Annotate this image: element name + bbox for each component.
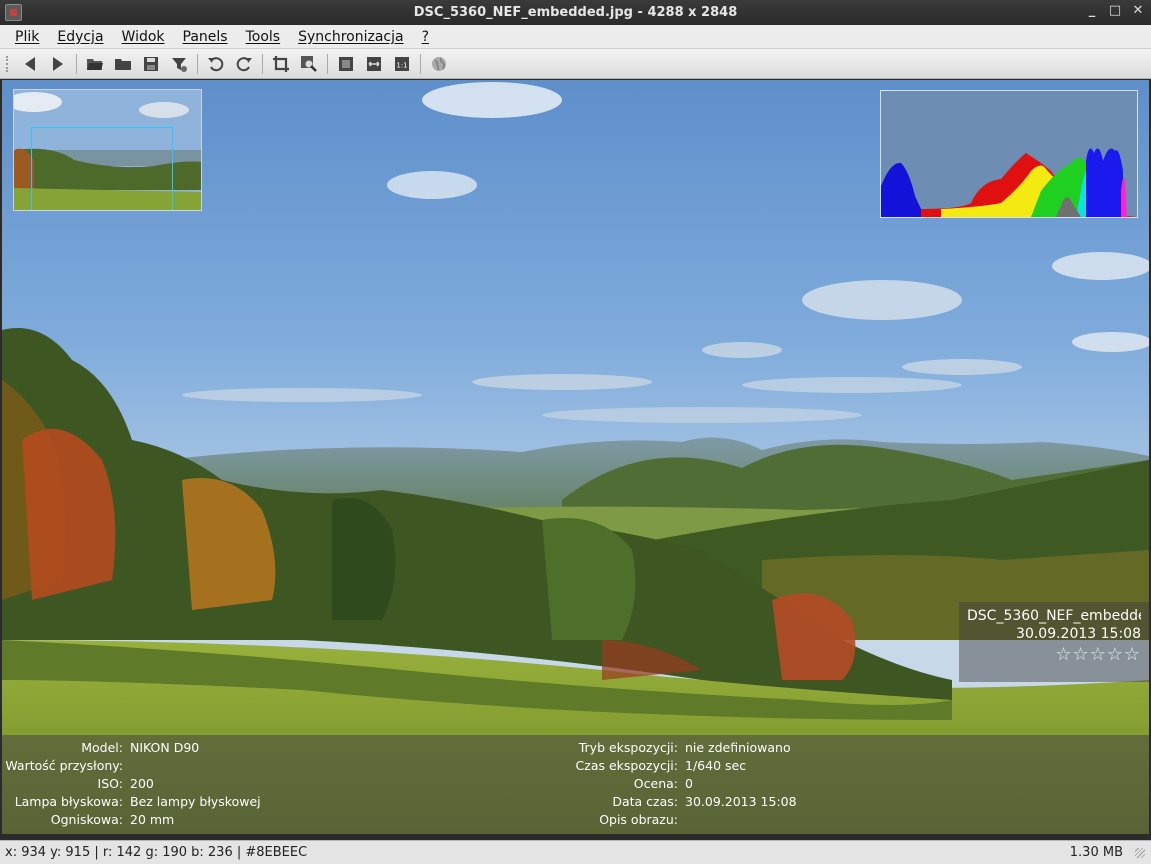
fit-width-button[interactable] — [362, 52, 386, 76]
exif-value: 200 — [130, 775, 154, 791]
menu-tools[interactable]: Tools — [246, 29, 281, 45]
exif-value: NIKON D90 — [130, 739, 200, 755]
fit-width-icon — [367, 56, 381, 71]
zoom-region-button[interactable] — [297, 52, 321, 76]
exif-label: Wartość przysłony: — [5, 757, 123, 773]
fit-window-icon — [339, 56, 353, 71]
next-button[interactable] — [46, 52, 70, 76]
exif-row: Lampa błyskowa: Bez lampy błyskowej — [2, 792, 261, 810]
exif-row: Tryb ekspozycji: nie zdefiniowano — [530, 738, 797, 756]
toolbar-separator — [420, 53, 421, 74]
navigator-viewport-frame[interactable] — [31, 127, 173, 210]
folder-open-icon — [87, 58, 103, 70]
exif-value: 30.09.2013 15:08 — [685, 793, 797, 809]
crop-icon — [273, 55, 289, 72]
rating-stars[interactable]: ☆☆☆☆☆ — [967, 644, 1141, 665]
file-info-overlay: DSC_5360_NEF_embedded.jpg 30.09.2013 15:… — [959, 602, 1149, 682]
menu-edycja[interactable]: Edycja — [57, 29, 103, 45]
exif-label: Ogniskowa: — [50, 811, 123, 827]
navigator-thumbnail[interactable] — [13, 89, 202, 211]
exif-label: Ocena: — [633, 775, 678, 791]
exif-row: ISO: 200 — [2, 774, 261, 792]
arrow-right-icon — [53, 56, 63, 71]
filter-icon — [172, 57, 187, 72]
exif-row: Wartość przysłony: — [2, 756, 261, 774]
exif-column-right: Tryb ekspozycji: nie zdefiniowano Czas ek… — [530, 738, 797, 828]
arrow-left-icon — [25, 56, 35, 71]
menu-bar: Plik Edycja Widok Panels Tools Synchroni… — [0, 25, 1151, 49]
exif-row: Czas ekspozycji: 1/640 sec — [530, 756, 797, 774]
open-file-button[interactable] — [83, 52, 107, 76]
window-title: DSC_5360_NEF_embedded.jpg - 4288 x 2848 — [413, 5, 738, 20]
overlay-filename: DSC_5360_NEF_embedded.jpg — [967, 608, 1141, 624]
resize-grip[interactable] — [1135, 848, 1145, 858]
exif-label: Model: — [81, 739, 123, 755]
image-viewport[interactable]: DSC_5360_NEF_embedded.jpg 30.09.2013 15:… — [2, 80, 1149, 834]
exif-value: nie zdefiniowano — [685, 739, 791, 755]
rotate-left-button[interactable] — [204, 52, 228, 76]
save-button[interactable] — [139, 52, 163, 76]
folder-icon — [115, 58, 131, 70]
toolbar-separator — [327, 53, 328, 74]
title-bar: DSC_5360_NEF_embedded.jpg - 4288 x 2848 … — [0, 0, 1151, 25]
exif-value: 20 mm — [130, 811, 175, 827]
svg-text:1:1: 1:1 — [396, 61, 407, 69]
menu-help[interactable]: ? — [422, 29, 429, 45]
actual-size-button[interactable]: 1:1 — [390, 52, 414, 76]
zoom-region-icon — [301, 55, 317, 72]
exif-row: Model: NIKON D90 — [2, 738, 261, 756]
exif-value: 1/640 sec — [685, 757, 747, 773]
toolbar-separator — [197, 53, 198, 74]
pixel-info: x: 934 y: 915 | r: 142 g: 190 b: 236 | #… — [5, 845, 308, 860]
window-controls: _ □ ✕ — [1085, 3, 1145, 18]
globe-icon — [432, 56, 446, 71]
exif-value: Bez lampy błyskowej — [130, 793, 261, 809]
save-icon — [144, 56, 158, 71]
previous-button[interactable] — [18, 52, 42, 76]
exif-label: ISO: — [97, 775, 123, 791]
menu-synchronizacja[interactable]: Synchronizacja — [298, 29, 404, 45]
toolbar: 1:1 — [0, 49, 1151, 79]
menu-panels[interactable]: Panels — [183, 29, 228, 45]
exif-value: 0 — [685, 775, 693, 791]
close-button[interactable]: ✕ — [1131, 3, 1145, 18]
menu-widok[interactable]: Widok — [122, 29, 165, 45]
exif-label: Opis obrazu: — [599, 811, 678, 827]
exif-column-left: Model: NIKON D90 Wartość przysłony: ISO: 2… — [2, 738, 261, 828]
overlay-datetime: 30.09.2013 15:08 — [1016, 626, 1141, 642]
app-icon[interactable] — [5, 4, 22, 21]
rotate-right-icon — [236, 56, 252, 71]
toolbar-grip[interactable] — [6, 55, 10, 72]
filter-button[interactable] — [167, 52, 191, 76]
exif-row: Ocena: 0 — [530, 774, 797, 792]
fit-window-button[interactable] — [334, 52, 358, 76]
rotate-right-button[interactable] — [232, 52, 256, 76]
toolbar-separator — [76, 53, 77, 74]
exif-row: Opis obrazu: — [530, 810, 797, 828]
crop-button[interactable] — [269, 52, 293, 76]
minimize-button[interactable]: _ — [1085, 3, 1099, 18]
actual-size-icon: 1:1 — [395, 56, 409, 71]
exif-label: Tryb ekspozycji: — [578, 739, 678, 755]
histogram-chart — [881, 91, 1137, 217]
histogram-panel — [880, 90, 1138, 218]
exif-row: Data czas: 30.09.2013 15:08 — [530, 792, 797, 810]
file-size: 1.30 MB — [1069, 845, 1123, 860]
exif-label: Data czas: — [612, 793, 678, 809]
exif-label: Lampa błyskowa: — [14, 793, 123, 809]
status-bar: x: 934 y: 915 | r: 142 g: 190 b: 236 | #… — [0, 840, 1151, 864]
exif-row: Ogniskowa: 20 mm — [2, 810, 261, 828]
menu-plik[interactable]: Plik — [15, 29, 39, 45]
maximize-button[interactable]: □ — [1108, 3, 1122, 18]
rotate-left-icon — [208, 56, 224, 71]
exif-label: Czas ekspozycji: — [575, 757, 678, 773]
exif-overlay: Model: NIKON D90 Wartość przysłony: ISO: 2… — [2, 735, 1149, 834]
toolbar-separator — [262, 53, 263, 74]
map-button[interactable] — [427, 52, 451, 76]
open-folder-button[interactable] — [111, 52, 135, 76]
